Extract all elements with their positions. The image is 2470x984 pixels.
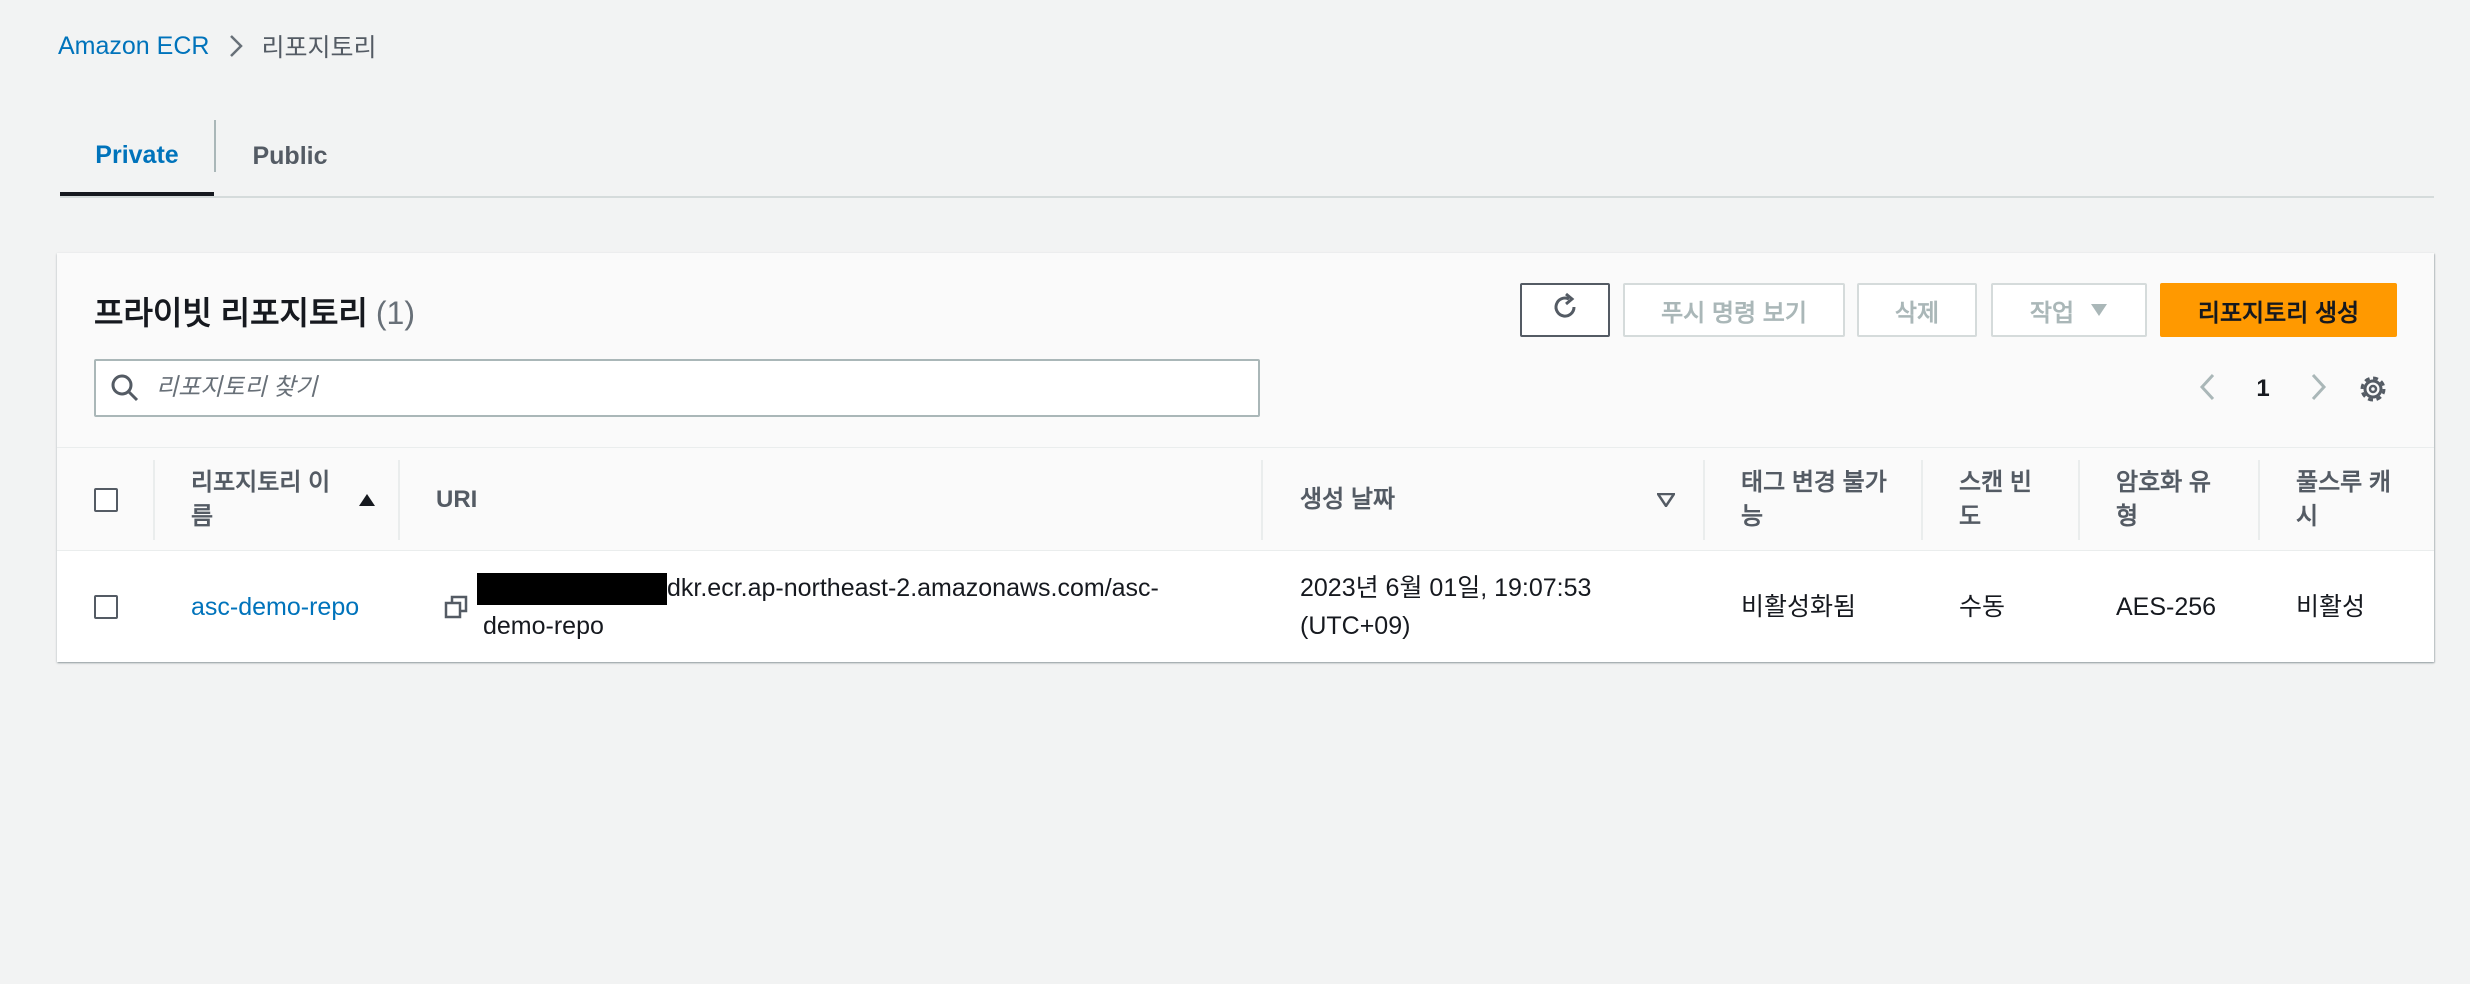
repository-name-cell: asc-demo-repo [191,551,359,662]
uri-line2: demo-repo [483,611,604,640]
actions-dropdown[interactable]: 작업 [1991,283,2147,337]
select-all-checkbox[interactable] [94,488,118,512]
panel-header: 프라이빗 리포지토리 (1) 푸시 명령 보기 삭제 작업 리포지토리 생성 리… [57,253,2434,447]
column-header-name[interactable]: 리포지토리 이 름 [191,448,331,552]
column-header-scan-line2: 도 [1959,503,1982,530]
column-header-pull-line2: 시 [2296,503,2319,530]
column-header-tag-line1: 태그 변경 불가 [1741,469,1887,496]
column-header-tag-immutability[interactable]: 태그 변경 불가 능 [1741,448,1901,552]
column-header-scan-frequency[interactable]: 스캔 빈 도 [1959,448,2039,552]
refresh-icon [1549,291,1581,330]
column-header-enc-line1: 암호화 유 [2116,469,2211,496]
column-header-pull-line1: 풀스루 캐 [2296,469,2391,496]
column-divider [1703,460,1705,540]
column-header-enc-line2: 형 [2116,503,2139,530]
tag-immutability-cell: 비활성화됨 [1741,592,1857,621]
created-at-line2: (UTC+09) [1300,611,1411,640]
search-icon [110,373,140,403]
page-number[interactable]: 1 [2256,375,2269,403]
column-header-created[interactable]: 생성 날짜 [1300,448,1395,552]
chevron-right-icon[interactable] [2310,372,2328,407]
column-header-scan-line1: 스캔 빈 [1959,469,2032,496]
delete-button[interactable]: 삭제 [1857,283,1977,337]
tab-bar: Private Public [60,118,2434,198]
breadcrumb-link-ecr[interactable]: Amazon ECR [58,32,209,61]
column-divider [398,460,400,540]
repositories-panel: 프라이빗 리포지토리 (1) 푸시 명령 보기 삭제 작업 리포지토리 생성 리… [57,253,2434,662]
table-header: 리포지토리 이 름 URI 생성 날짜 태그 변경 불가 능 스캔 빈 도 암호… [57,447,2434,551]
column-header-uri[interactable]: URI [436,448,477,552]
select-all-cell [94,448,144,552]
column-header-name-line1: 리포지토리 이 [191,469,331,496]
column-divider [2078,460,2080,540]
row-checkbox[interactable] [94,594,118,619]
create-repository-button[interactable]: 리포지토리 생성 [2160,283,2397,337]
tab-public[interactable]: Public [216,118,364,194]
column-divider [1261,460,1263,540]
caret-down-icon [2090,303,2108,317]
column-header-tag-line2: 능 [1741,503,1764,530]
actions-label: 작업 [2029,299,2075,327]
panel-title-text: 프라이빗 리포지토리 [94,295,368,331]
created-at-cell: 2023년 6월 01일, 19:07:53 (UTC+09) [1300,551,1591,662]
column-header-encryption[interactable]: 암호화 유 형 [2116,448,2236,552]
search-input[interactable] [154,373,1218,403]
column-divider [153,460,155,540]
panel-title: 프라이빗 리포지토리 (1) [94,288,415,334]
column-header-pull-through[interactable]: 풀스루 캐 시 [2296,448,2406,552]
repository-count: (1) [375,295,415,331]
view-push-commands-button[interactable]: 푸시 명령 보기 [1623,283,1845,337]
refresh-button[interactable] [1520,283,1610,337]
breadcrumb-current: 리포지토리 [261,34,377,62]
repository-name-link[interactable]: asc-demo-repo [191,588,359,626]
column-divider [1921,460,1923,540]
tab-private[interactable]: Private [60,118,214,196]
pull-through-cache-cell: 비활성 [2296,592,2366,621]
row-select-cell [94,551,118,662]
gear-icon[interactable] [2355,371,2391,407]
sort-desc-icon[interactable] [1651,448,1681,552]
copy-icon[interactable] [443,593,471,621]
table-row: asc-demo-repo dkr.ecr.ap-northeast-2.ama… [57,551,2434,662]
chevron-right-icon [229,34,244,58]
pagination: 1 [2198,371,2328,407]
breadcrumb: Amazon ECR 리포지토리 [58,28,376,64]
search-box [94,359,1260,417]
chevron-left-icon[interactable] [2198,372,2216,407]
created-at-line1: 2023년 6월 01일, 19:07:53 [1300,573,1592,602]
sort-asc-icon[interactable] [352,448,382,552]
uri-line1: dkr.ecr.ap-northeast-2.amazonaws.com/asc… [667,573,1159,602]
column-header-name-line2: 름 [191,503,214,530]
column-divider [2258,460,2260,540]
encryption-cell: AES-256 [2116,592,2217,621]
scan-frequency-cell: 수동 [1959,592,2006,621]
uri-cell: dkr.ecr.ap-northeast-2.amazonaws.com/asc… [443,551,1159,662]
redacted-account-id [477,572,667,605]
